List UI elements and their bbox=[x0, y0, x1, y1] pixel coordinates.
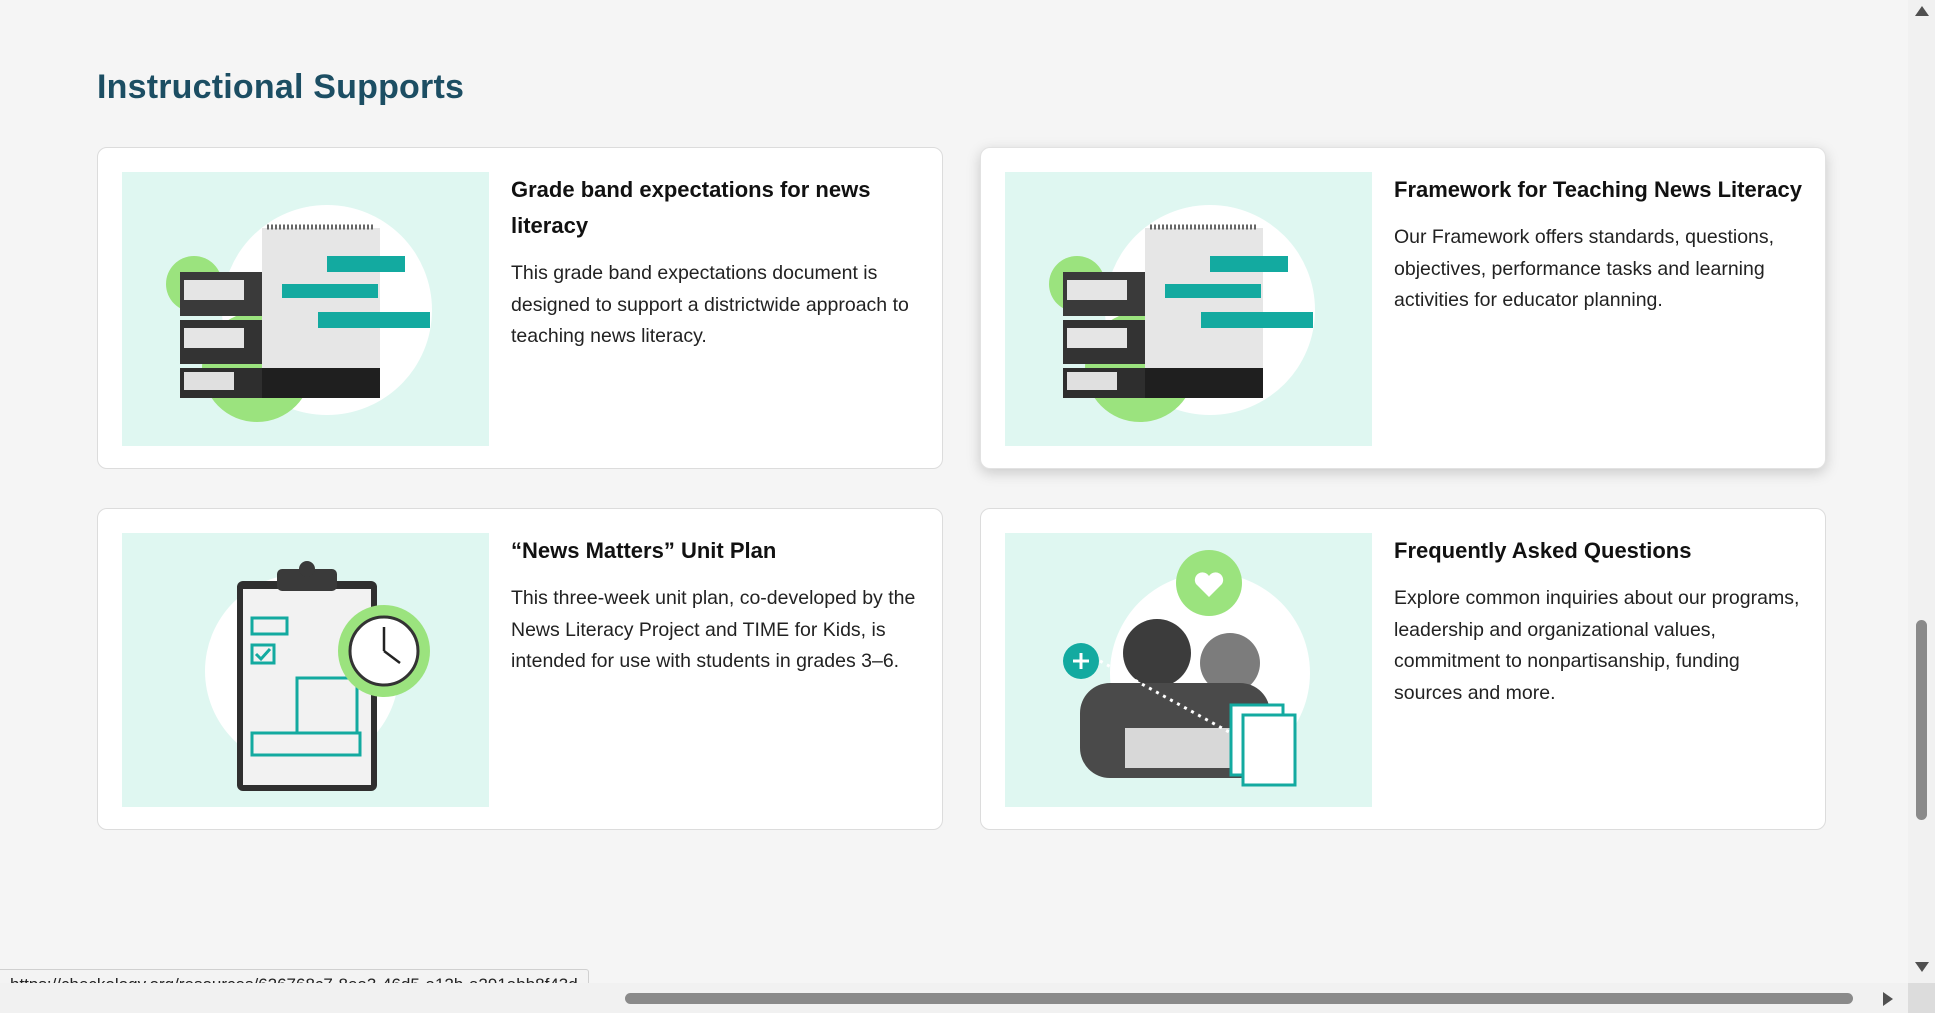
calendar-binders-illustration-icon bbox=[122, 172, 489, 446]
scroll-right-arrow-icon[interactable] bbox=[1883, 992, 1893, 1006]
card-title[interactable]: Frequently Asked Questions bbox=[1394, 533, 1804, 569]
resource-card-faq[interactable]: Frequently Asked Questions Explore commo… bbox=[980, 508, 1826, 830]
resource-card-unit-plan[interactable]: “News Matters” Unit Plan This three-week… bbox=[97, 508, 943, 830]
card-title[interactable]: “News Matters” Unit Plan bbox=[511, 533, 921, 569]
horizontal-scrollbar[interactable] bbox=[0, 983, 1908, 1013]
scroll-up-arrow-icon[interactable] bbox=[1915, 6, 1929, 16]
vertical-scrollbar[interactable] bbox=[1908, 0, 1935, 983]
vertical-scroll-thumb[interactable] bbox=[1916, 620, 1927, 820]
card-description: Our Framework offers standards, question… bbox=[1394, 226, 1775, 311]
card-description: This three-week unit plan, co-developed … bbox=[511, 587, 916, 672]
calendar-binders-illustration-icon bbox=[1005, 172, 1372, 446]
page-viewport: Instructional Supports Grade band expect… bbox=[0, 0, 1908, 983]
scrollbar-corner bbox=[1908, 983, 1935, 1013]
card-title[interactable]: Grade band expectations for news literac… bbox=[511, 172, 921, 244]
status-bar-url: https://checkology.org/resources/626768c… bbox=[0, 969, 589, 983]
resource-card-grade-band[interactable]: Grade band expectations for news literac… bbox=[97, 147, 943, 469]
card-description: This grade band expectations document is… bbox=[511, 262, 909, 347]
clipboard-clock-illustration-icon bbox=[122, 533, 489, 807]
scroll-down-arrow-icon[interactable] bbox=[1915, 962, 1929, 972]
card-title[interactable]: Framework for Teaching News Literacy bbox=[1394, 172, 1804, 208]
reading-family-illustration-icon bbox=[1005, 533, 1372, 807]
card-description: Explore common inquiries about our progr… bbox=[1394, 587, 1800, 704]
resource-card-framework[interactable]: Framework for Teaching News Literacy Our… bbox=[980, 147, 1826, 469]
horizontal-scroll-thumb[interactable] bbox=[625, 993, 1853, 1004]
section-title: Instructional Supports bbox=[97, 68, 465, 106]
